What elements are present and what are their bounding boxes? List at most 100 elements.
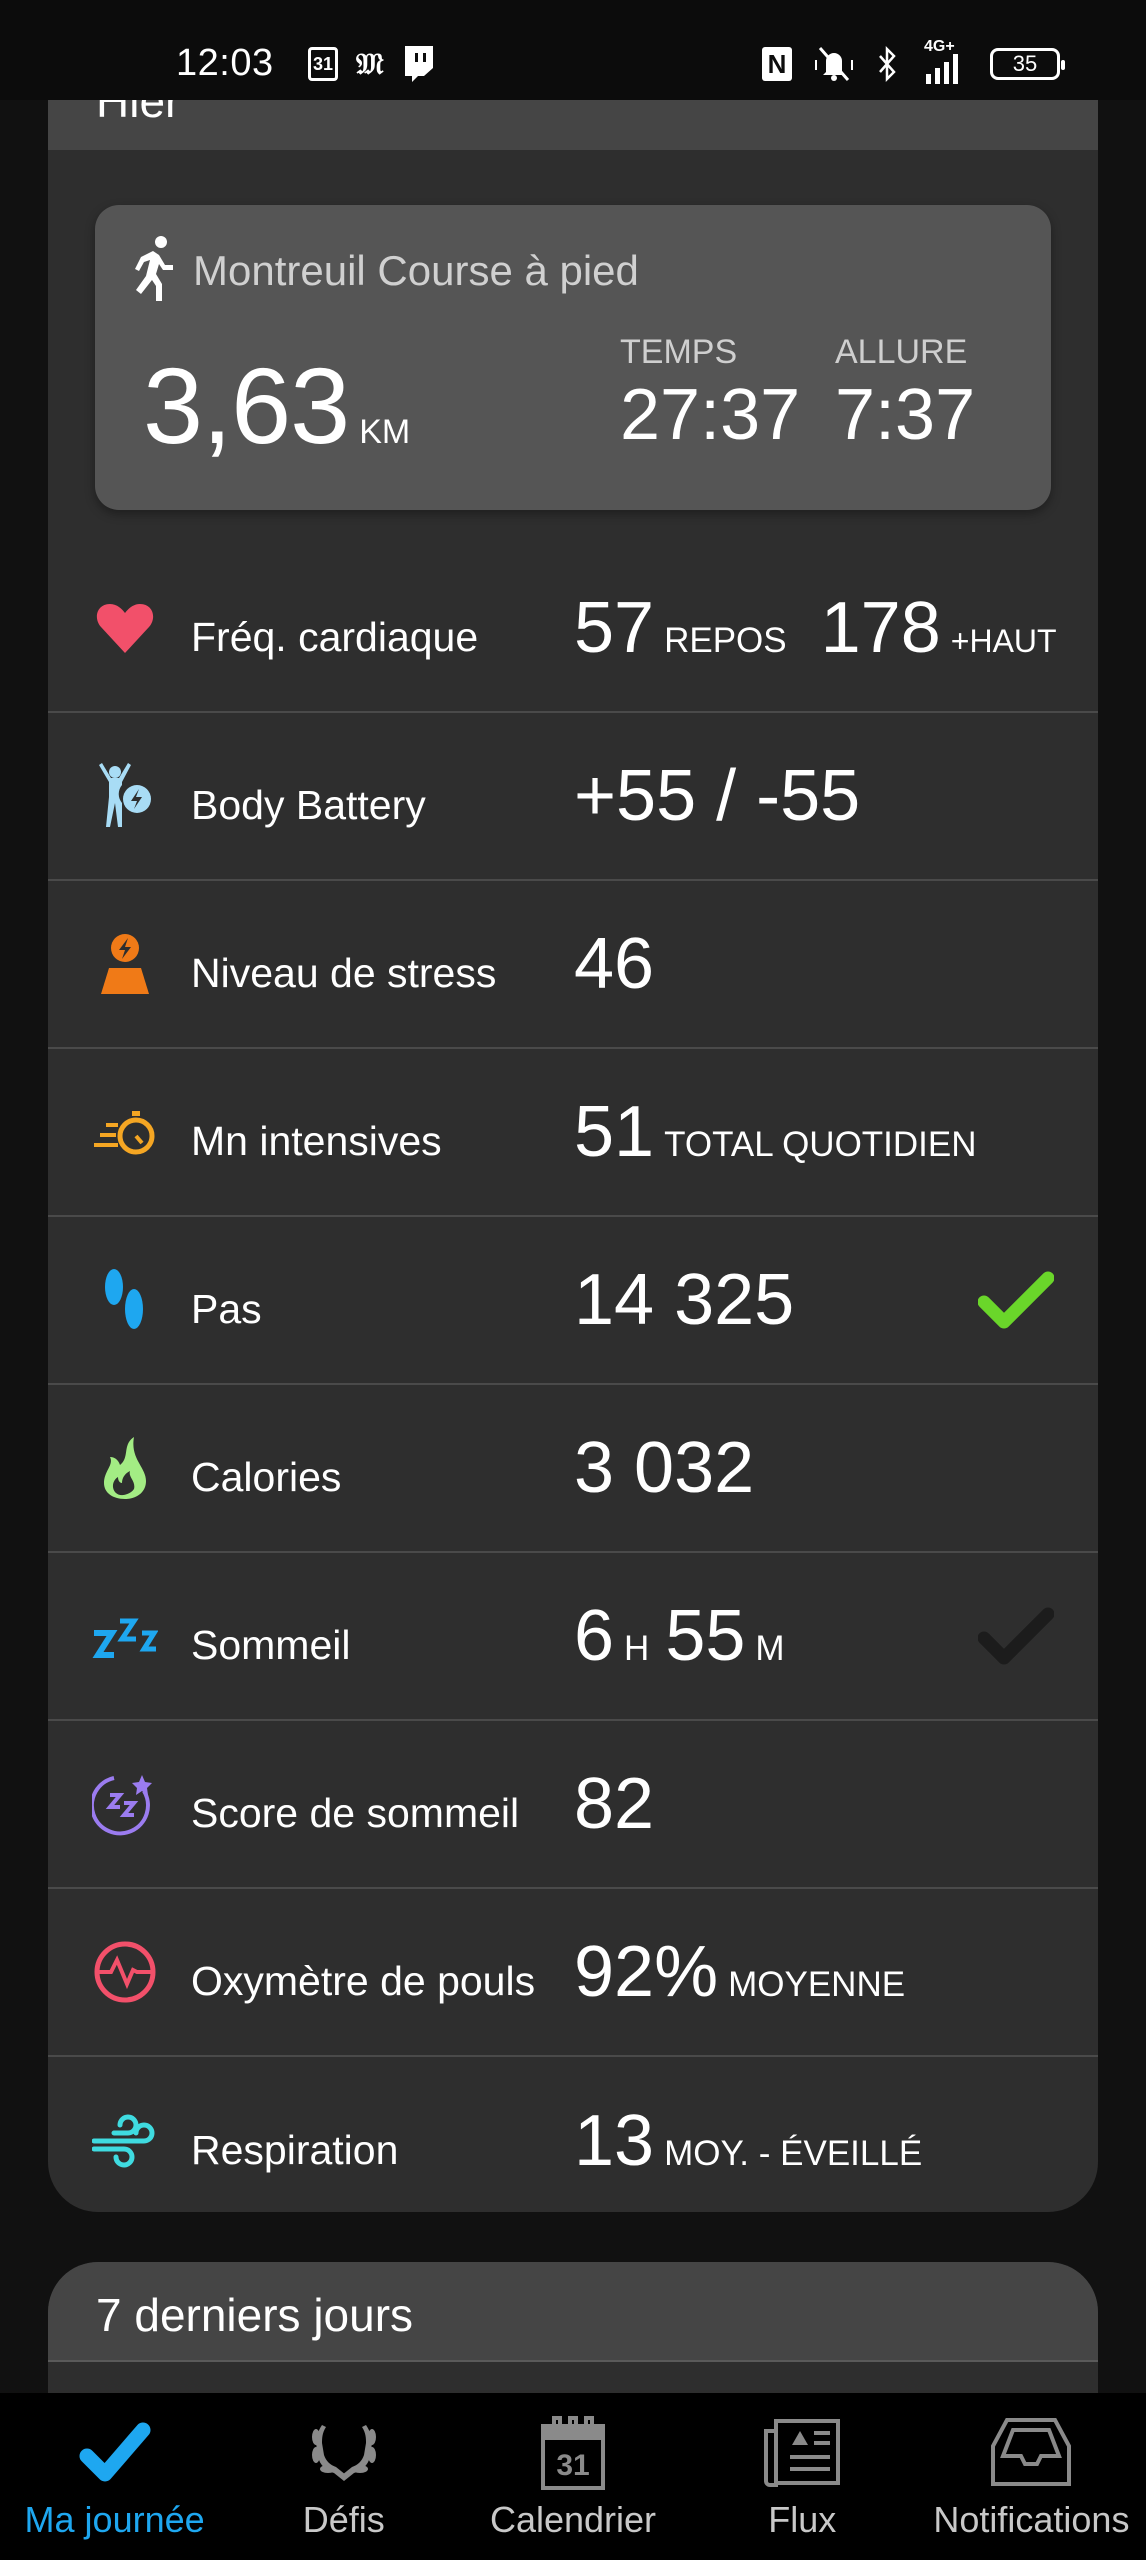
activity-title: Montreuil Course à pied [193,246,639,294]
footsteps-icon [92,1267,158,1333]
battery-icon: 35 [990,44,1065,84]
metric-value: 14 325 [574,1259,794,1341]
battery-level: 35 [990,48,1065,80]
sleep-minutes-unit: M [755,1629,785,1668]
metric-value: +55 / -55 [574,755,860,837]
metric-label: Calories [191,1453,342,1500]
notification-icons: 31 𝔐 [308,44,436,84]
inbox-icon [991,2415,1072,2489]
metric-steps[interactable]: Pas 14 325 [48,1217,1098,1385]
status-bar: 12:03 31 𝔐 N 4G+ 35 [0,0,1146,100]
resting-hr-unit: REPOS [664,621,787,660]
max-hr-value: 178 [820,588,941,668]
calendar-icon: 31 [308,44,338,84]
metric-respiration[interactable]: Respiration 13 MOY. - ÉVEILLÉ [48,2057,1098,2212]
metric-intensity-minutes[interactable]: Mn intensives 51 TOTAL QUOTIDIEN [48,1049,1098,1217]
time-value: 27:37 [620,375,801,455]
metric-stress[interactable]: Niveau de stress 46 [48,881,1098,1049]
max-hr-unit: +HAUT [950,623,1057,659]
metric-label: Body Battery [191,781,426,828]
calories-value: 3 032 [574,1428,755,1508]
calendar-date: 31 [556,2449,590,2482]
metric-label: Pas [191,1285,262,1332]
activity-pace: ALLURE 7:37 [835,333,975,456]
system-icons: N 4G+ 35 [762,38,1065,84]
sleep-minutes-value: 55 [665,1596,746,1676]
yesterday-title: Hier [96,100,181,127]
nav-calendar[interactable]: 31 Calendrier [458,2393,687,2560]
nav-feed[interactable]: Flux [688,2393,917,2560]
distance-unit: KM [359,413,411,451]
activity-card[interactable]: Montreuil Course à pied 3,63 KM TEMPS 27… [95,205,1051,510]
resting-hr-value: 57 [574,588,655,668]
yesterday-header[interactable]: Hier [48,100,1098,150]
metric-value: 3 032 [574,1427,754,1509]
steps-value: 14 325 [574,1260,795,1340]
stopwatch-icon [92,1099,158,1165]
metric-value: 92% MOYENNE [574,1931,939,2013]
nav-label: Flux [768,2499,837,2540]
nav-my-day[interactable]: Ma journée [0,2393,229,2560]
metric-value: 51 TOTAL QUOTIDIEN [574,1091,1011,1173]
sleep-score-value: 82 [574,1764,655,1844]
pulse-ox-value: 92% [574,1932,719,2012]
metric-value: 46 [574,923,654,1005]
checkmark-icon [75,2415,155,2489]
heart-icon [92,595,158,661]
body-battery-value: +55 / -55 [574,756,861,836]
nav-label: Ma journée [24,2499,205,2540]
calendar-date: 31 [308,47,338,81]
metric-sleep[interactable]: Sommeil 6 H 55 M [48,1553,1098,1721]
newspaper-icon [762,2415,842,2489]
pulse-ox-unit: MOYENNE [728,1965,906,2004]
sleep-zzz-icon [92,1603,158,1669]
metric-value: 6 H 55 M [574,1595,801,1677]
le-monde-icon: 𝔐 [356,46,384,82]
activity-header: Montreuil Course à pied [125,235,639,306]
nav-label: Notifications [933,2499,1130,2540]
yesterday-card: Hier Montreuil Course à pied 3,63 KM TEM… [48,100,1098,2212]
metric-pulse-ox[interactable]: Oxymètre de pouls 92% MOYENNE [48,1889,1098,2057]
metric-calories[interactable]: Calories 3 032 [48,1385,1098,1553]
metric-sleep-score[interactable]: Score de sommeil 82 [48,1721,1098,1889]
laurel-icon [304,2415,384,2489]
sleep-score-icon [92,1771,158,1837]
nfc-icon: N [762,44,792,84]
nav-label: Défis [302,2499,385,2540]
metric-label: Respiration [191,2126,399,2173]
nav-challenges[interactable]: Défis [229,2393,458,2560]
metric-label: Niveau de stress [191,949,497,996]
last-7-days-header[interactable]: 7 derniers jours [48,2262,1098,2362]
nav-notifications[interactable]: Notifications [917,2393,1146,2560]
metric-heart-rate[interactable]: Fréq. cardiaque 57 REPOS 178 +HAUT [48,545,1098,713]
last-7-days-title: 7 derniers jours [96,2289,414,2341]
respiration-value: 13 [574,2101,655,2181]
metric-label: Sommeil [191,1621,351,1668]
calendar-icon: 31 [533,2415,613,2490]
running-icon [125,235,181,306]
metric-value: 13 MOY. - ÉVEILLÉ [574,2100,956,2182]
flame-icon [92,1435,158,1501]
metric-body-battery[interactable]: Body Battery +55 / -55 [48,713,1098,881]
metric-label: Oxymètre de pouls [191,1957,536,2004]
metrics-list: Fréq. cardiaque 57 REPOS 178 +HAUT Body … [48,545,1098,2212]
bottom-navigation: Ma journée Défis 31 Calendrier Flux Noti… [0,2393,1146,2560]
signal-4g-icon: 4G+ [918,38,970,84]
metric-value: 82 [574,1763,654,1845]
metric-label: Score de sommeil [191,1789,520,1836]
wind-icon [92,2108,158,2174]
activity-distance: 3,63 KM [143,343,410,468]
metric-label: Mn intensives [191,1117,442,1164]
pulse-ox-icon [92,1939,158,2005]
respiration-unit: MOY. - ÉVEILLÉ [664,2134,923,2173]
metric-label: Fréq. cardiaque [191,613,479,660]
intensity-unit: TOTAL QUOTIDIEN [664,1125,977,1164]
activity-time: TEMPS 27:37 [620,333,800,456]
body-battery-icon [92,763,158,829]
vibrate-silent-icon [812,44,856,84]
nav-label: Calendrier [489,2499,657,2540]
bluetooth-icon [876,44,898,84]
goal-not-met-check-icon [977,1606,1055,1666]
intensity-value: 51 [574,1092,655,1172]
metric-value: 57 REPOS 178 +HAUT [574,587,1073,669]
